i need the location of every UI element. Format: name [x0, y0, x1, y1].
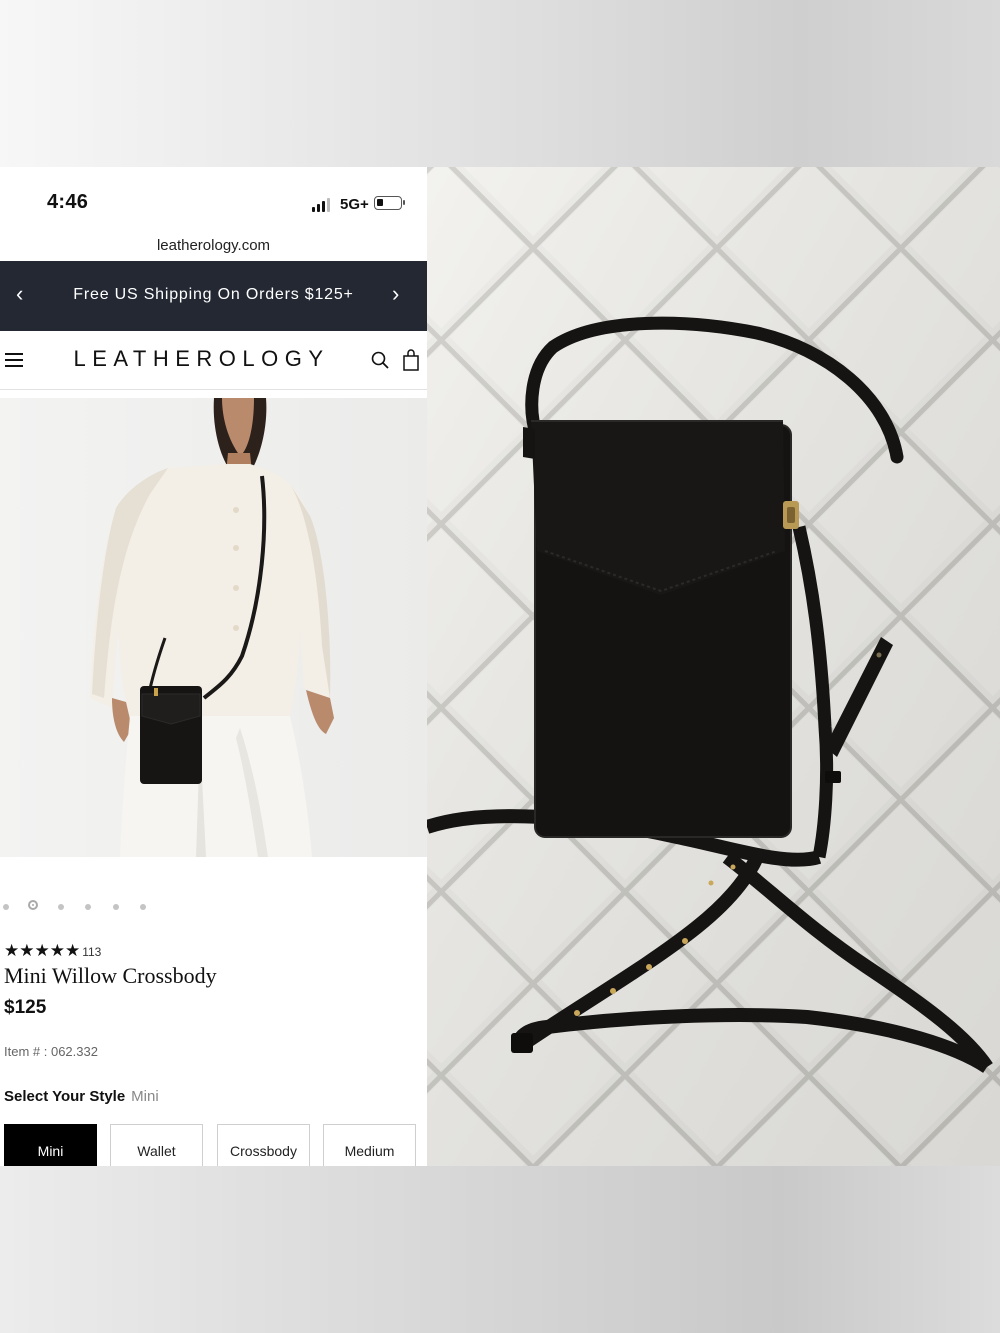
gallery-dot[interactable]: [58, 904, 64, 910]
style-selector-heading: Select Your Style Mini: [4, 1088, 159, 1105]
product-title: Mini Willow Crossbody: [4, 963, 217, 988]
status-time: 4:46: [47, 191, 89, 213]
address-bar-url[interactable]: leatherology.com: [0, 237, 427, 254]
chevron-right-icon[interactable]: ›: [392, 279, 399, 309]
search-icon[interactable]: [371, 351, 389, 369]
side-by-side-collage: 4:46 5G+ leatherology.com ‹ Free US Ship…: [0, 167, 1000, 1166]
item-number: Item # : 062.332: [4, 1044, 98, 1059]
site-logo[interactable]: LEATHEROLOGY: [0, 346, 403, 372]
product-rating[interactable]: ★★★★★ 113: [4, 941, 101, 961]
style-option-medium[interactable]: Medium: [323, 1124, 416, 1166]
bag-on-quilt-photo: [427, 167, 1000, 1166]
promo-text: Free US Shipping On Orders $125+: [73, 286, 354, 303]
star-rating-icon: ★★★★★: [4, 941, 81, 960]
site-header: LEATHEROLOGY: [0, 331, 427, 390]
product-model-photo[interactable]: [0, 398, 427, 857]
battery-icon: [374, 196, 405, 210]
selected-style-value: Mini: [131, 1088, 159, 1105]
product-price: $125: [4, 997, 47, 1018]
gallery-dot[interactable]: [85, 904, 91, 910]
bottom-blurred-background: [0, 1166, 1000, 1333]
gallery-dot[interactable]: [140, 904, 146, 910]
style-label: Select Your Style: [4, 1088, 126, 1105]
phone-screenshot: 4:46 5G+ leatherology.com ‹ Free US Ship…: [0, 167, 427, 1166]
gallery-dot[interactable]: [3, 904, 9, 910]
style-option-wallet[interactable]: Wallet: [110, 1124, 203, 1166]
gallery-pagination-dots: [0, 900, 200, 914]
promo-banner: ‹ Free US Shipping On Orders $125+ ›: [0, 261, 427, 331]
review-count[interactable]: 113: [82, 945, 101, 959]
status-bar: 4:46 5G+: [0, 167, 427, 229]
style-option-mini[interactable]: Mini: [4, 1124, 97, 1166]
gallery-dot-active[interactable]: [28, 900, 38, 910]
shopping-bag-icon[interactable]: [402, 349, 420, 371]
cellular-signal-icon: [312, 198, 332, 212]
gallery-dot[interactable]: [113, 904, 119, 910]
network-type: 5G+: [340, 196, 369, 213]
style-option-crossbody[interactable]: Crossbody: [217, 1124, 310, 1166]
top-blurred-background: [0, 0, 1000, 167]
